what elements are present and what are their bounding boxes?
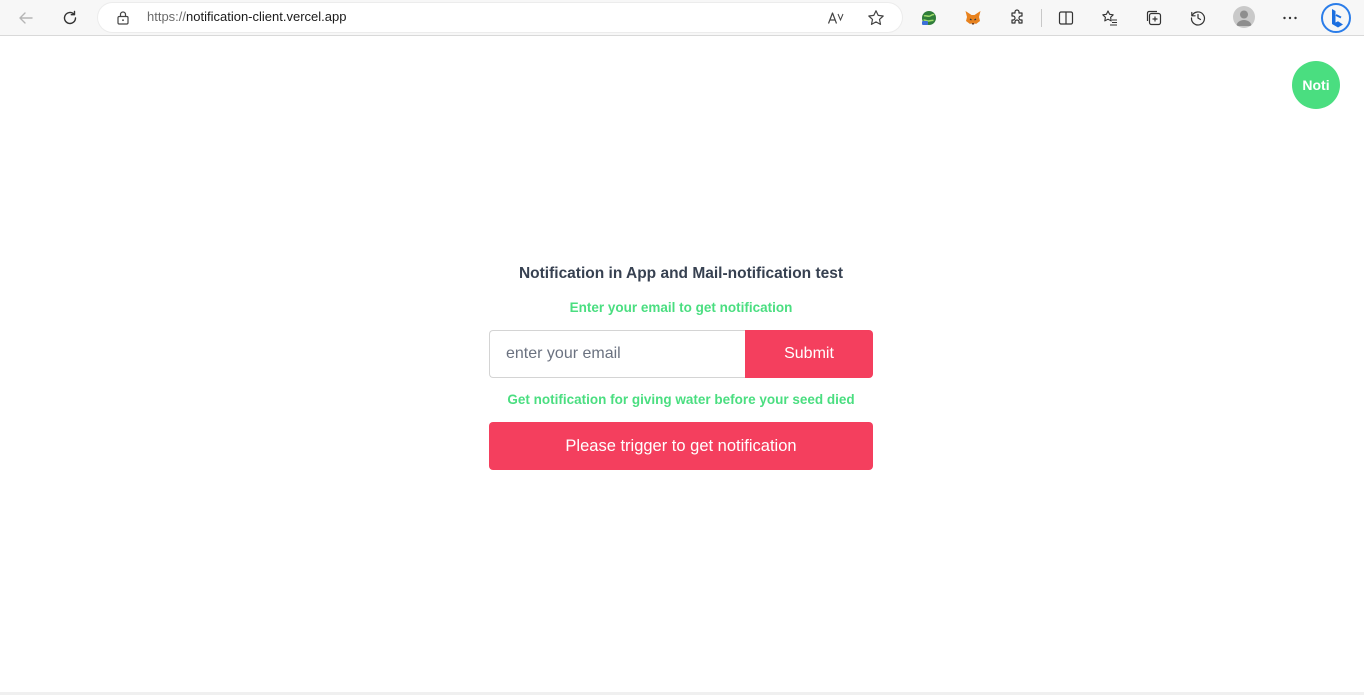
star-icon[interactable]: [864, 6, 888, 30]
profile-avatar-icon[interactable]: [1233, 6, 1255, 28]
browser-toolbar: https://notification-client.vercel.app: [0, 0, 1364, 36]
email-subtitle: Enter your email to get notification: [569, 300, 793, 315]
trigger-subtitle: Get notification for giving water before…: [507, 392, 855, 407]
trigger-notification-button[interactable]: Please trigger to get notification: [489, 422, 873, 470]
noti-badge[interactable]: Noti: [1292, 61, 1340, 109]
read-aloud-icon[interactable]: [824, 6, 848, 30]
email-input[interactable]: [489, 330, 746, 378]
split-screen-icon[interactable]: [1052, 4, 1080, 32]
collections-icon[interactable]: [1140, 4, 1168, 32]
url-text[interactable]: https://notification-client.vercel.app: [147, 9, 346, 24]
refresh-icon[interactable]: [56, 4, 84, 32]
puzzle-icon[interactable]: [1003, 4, 1031, 32]
history-icon[interactable]: [1184, 4, 1212, 32]
url-host: notification-client.vercel.app: [186, 9, 347, 24]
favorites-list-icon[interactable]: [1096, 4, 1124, 32]
more-dots-icon[interactable]: [1276, 4, 1304, 32]
address-bar[interactable]: https://notification-client.vercel.app: [98, 3, 902, 32]
url-scheme: https://: [147, 9, 187, 24]
page-title: Notification in App and Mail-notificatio…: [518, 265, 844, 282]
lock-icon[interactable]: [116, 10, 130, 30]
metamask-fox-icon[interactable]: [959, 4, 987, 32]
bing-copilot-icon[interactable]: [1320, 2, 1352, 34]
toolbar-divider: [1041, 9, 1042, 27]
back-arrow-icon[interactable]: [12, 4, 40, 32]
submit-button[interactable]: Submit: [745, 330, 873, 378]
globe-extension-icon[interactable]: [915, 4, 943, 32]
